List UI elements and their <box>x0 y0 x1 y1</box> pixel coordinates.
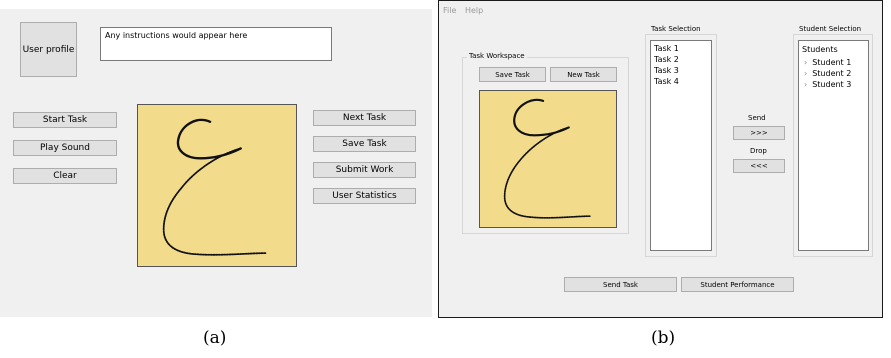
tree-item-student-2[interactable]: › Student 2 <box>799 68 868 79</box>
list-item[interactable]: Task 1 <box>651 43 711 54</box>
task-workspace-label: Task Workspace <box>467 52 527 60</box>
list-item[interactable]: Task 4 <box>651 76 711 87</box>
drop-button[interactable]: <<< <box>733 159 785 173</box>
next-task-button[interactable]: Next Task <box>313 110 416 126</box>
send-button[interactable]: >>> <box>733 126 785 140</box>
student-selection-label: Student Selection <box>797 25 864 33</box>
new-task-button[interactable]: New Task <box>550 67 617 82</box>
user-profile-button[interactable]: User profile <box>20 22 77 77</box>
list-item[interactable]: Task 3 <box>651 65 711 76</box>
submit-work-button[interactable]: Submit Work <box>313 162 416 178</box>
caption-a: (a) <box>203 328 227 348</box>
students-header[interactable]: Students <box>799 44 868 55</box>
instructions-box: Any instructions would appear here <box>100 27 332 61</box>
user-statistics-button[interactable]: User Statistics <box>313 188 416 204</box>
menu-help[interactable]: Help <box>465 6 483 15</box>
student-label: Student 2 <box>812 69 852 78</box>
send-task-button[interactable]: Send Task <box>564 277 677 292</box>
chevron-right-icon: › <box>804 80 808 89</box>
menu-bar: File Help <box>443 6 489 15</box>
handwritten-letter <box>162 118 268 256</box>
panel-b-window: File Help Task Workspace Save Task New T… <box>438 0 883 318</box>
drop-label: Drop <box>750 147 767 155</box>
handwritten-letter-b <box>503 98 592 219</box>
play-sound-button[interactable]: Play Sound <box>13 140 117 156</box>
save-task-button-b[interactable]: Save Task <box>479 67 546 82</box>
caption-b: (b) <box>651 328 676 348</box>
tree-item-student-3[interactable]: › Student 3 <box>799 79 868 90</box>
student-label: Student 3 <box>812 80 852 89</box>
send-label: Send <box>748 114 766 122</box>
save-task-button[interactable]: Save Task <box>313 136 416 152</box>
menu-file[interactable]: File <box>443 6 456 15</box>
task-list[interactable]: Task 1 Task 2 Task 3 Task 4 <box>650 40 712 251</box>
tree-item-student-1[interactable]: › Student 1 <box>799 57 868 68</box>
list-item[interactable]: Task 2 <box>651 54 711 65</box>
drawing-canvas[interactable] <box>137 104 297 267</box>
panel-a-window: User profile Any instructions would appe… <box>0 9 432 317</box>
clear-button[interactable]: Clear <box>13 168 117 184</box>
student-label: Student 1 <box>812 58 852 67</box>
student-tree[interactable]: Students › Student 1 › Student 2 › Student … <box>798 40 869 251</box>
task-selection-label: Task Selection <box>649 25 703 33</box>
student-performance-button[interactable]: Student Performance <box>681 277 794 292</box>
chevron-right-icon: › <box>804 69 808 78</box>
workspace-canvas[interactable] <box>479 90 617 228</box>
chevron-right-icon: › <box>804 58 808 67</box>
start-task-button[interactable]: Start Task <box>13 112 117 128</box>
